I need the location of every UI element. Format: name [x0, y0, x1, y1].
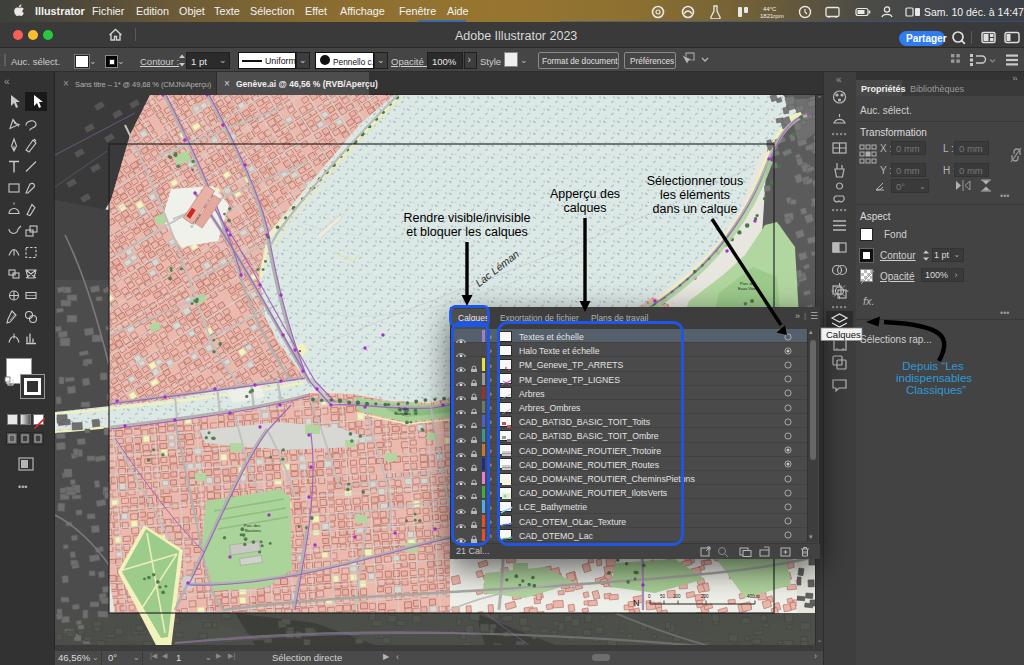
svg-text:Classiques”: Classiques” — [906, 384, 966, 396]
svg-text:et bloquer les calques: et bloquer les calques — [406, 225, 528, 239]
svg-text:Calques: Calques — [826, 329, 861, 340]
svg-text:Apperçu des: Apperçu des — [550, 187, 620, 201]
svg-text:les éléments: les éléments — [660, 188, 730, 202]
svg-text:dans un calque: dans un calque — [653, 202, 738, 216]
svg-text:Depuis “Les: Depuis “Les — [902, 360, 964, 372]
svg-text:Rendre visible/invisible: Rendre visible/invisible — [403, 211, 530, 225]
svg-text:calques: calques — [563, 201, 606, 215]
svg-text:Sélectionner tous: Sélectionner tous — [647, 174, 744, 188]
svg-text:indispensables: indispensables — [896, 372, 972, 384]
